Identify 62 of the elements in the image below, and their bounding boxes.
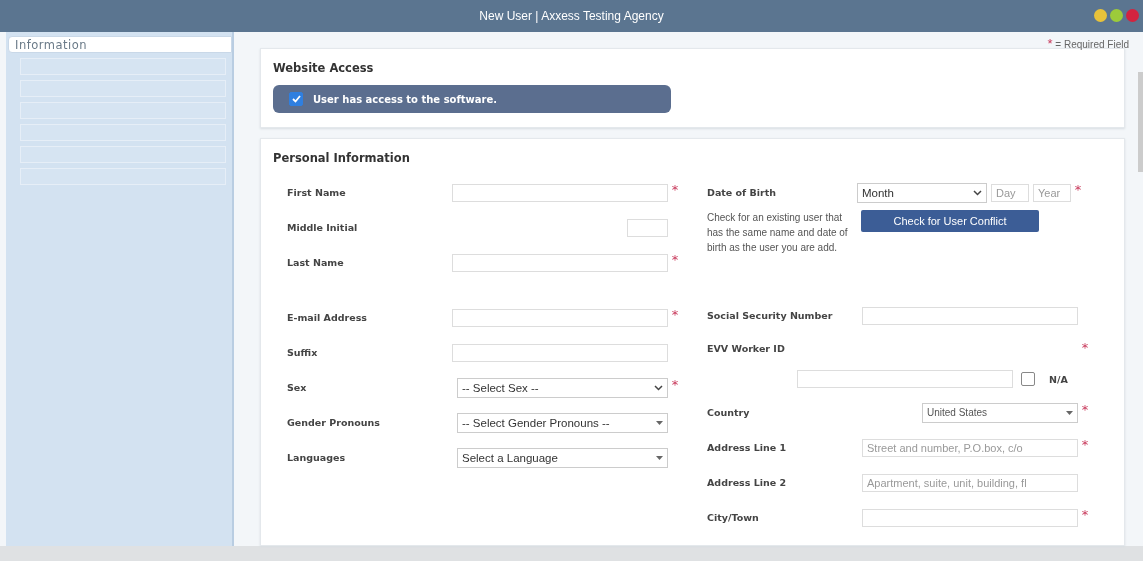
field-label: Social Security Number bbox=[707, 310, 834, 321]
field-label: Address Line 2 bbox=[707, 477, 788, 488]
select-field[interactable]: Select a Language bbox=[457, 447, 668, 468]
required-mark: * bbox=[671, 307, 679, 322]
field-label: Sex bbox=[287, 382, 308, 393]
text-field[interactable] bbox=[627, 218, 668, 237]
text-field[interactable] bbox=[452, 343, 668, 362]
required-mark: * bbox=[671, 377, 679, 392]
select-field[interactable]: -- Select Sex -- bbox=[457, 377, 668, 398]
field-label: Country bbox=[707, 407, 751, 418]
text-field[interactable] bbox=[862, 306, 1078, 325]
text-field[interactable]: Street and number, P.O.box, c/o bbox=[862, 438, 1078, 457]
maximize-button[interactable] bbox=[1110, 9, 1123, 22]
text-field[interactable] bbox=[797, 370, 1013, 388]
access-checkbox-bar[interactable]: User has access to the software. bbox=[273, 85, 671, 113]
field-label: Address Line 1 bbox=[707, 442, 788, 453]
text-field[interactable]: Apartment, suite, unit, building, fl bbox=[862, 473, 1078, 492]
month-select[interactable]: Month bbox=[857, 182, 987, 203]
required-mark: * bbox=[671, 182, 679, 197]
field-label: Date of Birth bbox=[707, 187, 778, 198]
checkmark-icon bbox=[291, 95, 301, 103]
field-label: E-mail Address bbox=[287, 312, 368, 323]
field-label: Last Name bbox=[287, 257, 345, 268]
checkbox[interactable] bbox=[1021, 372, 1035, 386]
field-label: Suffix bbox=[287, 347, 319, 358]
country-select[interactable]: United States bbox=[922, 402, 1078, 423]
required-mark: * bbox=[671, 252, 679, 267]
text-field[interactable] bbox=[452, 253, 668, 272]
checkbox-label: N/A bbox=[1049, 373, 1068, 385]
text-field[interactable] bbox=[862, 508, 1078, 527]
text-field[interactable] bbox=[452, 183, 668, 202]
close-button[interactable] bbox=[1126, 9, 1139, 22]
minimize-button[interactable] bbox=[1094, 9, 1107, 22]
field-label: EVV Worker ID bbox=[707, 342, 786, 354]
checkbox[interactable] bbox=[289, 92, 303, 106]
field-label: First Name bbox=[287, 187, 347, 198]
year-field[interactable]: Year bbox=[1033, 183, 1071, 202]
scrollbar[interactable] bbox=[1138, 72, 1143, 172]
required-mark: * bbox=[1074, 182, 1082, 197]
field-label: Gender Pronouns bbox=[287, 417, 381, 428]
caret-icon bbox=[1066, 410, 1073, 415]
required-mark: * bbox=[1081, 437, 1089, 452]
window-title: New User | Axxess Testing Agency bbox=[479, 9, 664, 23]
text-field[interactable] bbox=[452, 308, 668, 327]
section-title: Website Access bbox=[273, 61, 375, 75]
section-title: Personal Information bbox=[273, 151, 411, 165]
day-field[interactable]: Day bbox=[991, 183, 1029, 202]
chevron-down-icon bbox=[973, 189, 982, 196]
check-conflict-button[interactable]: Check for User Conflict bbox=[861, 210, 1039, 232]
field-label: Languages bbox=[287, 452, 347, 463]
field-label: City/Town bbox=[707, 512, 760, 523]
required-mark: * bbox=[1081, 507, 1089, 522]
required-mark: * bbox=[1081, 340, 1089, 355]
select-field[interactable]: -- Select Gender Pronouns -- bbox=[457, 412, 668, 433]
required-mark: * bbox=[1081, 402, 1089, 417]
help-text: Check for an existing user that has the same name and date of birth as the user you are add. bbox=[707, 211, 849, 255]
caret-icon bbox=[656, 420, 663, 425]
sidebar-tab[interactable]: Information bbox=[8, 36, 232, 53]
caret-icon bbox=[656, 455, 663, 460]
required-field-note: * = Required Field bbox=[1047, 36, 1129, 51]
field-label: Middle Initial bbox=[287, 222, 359, 233]
chevron-down-icon bbox=[654, 384, 663, 391]
